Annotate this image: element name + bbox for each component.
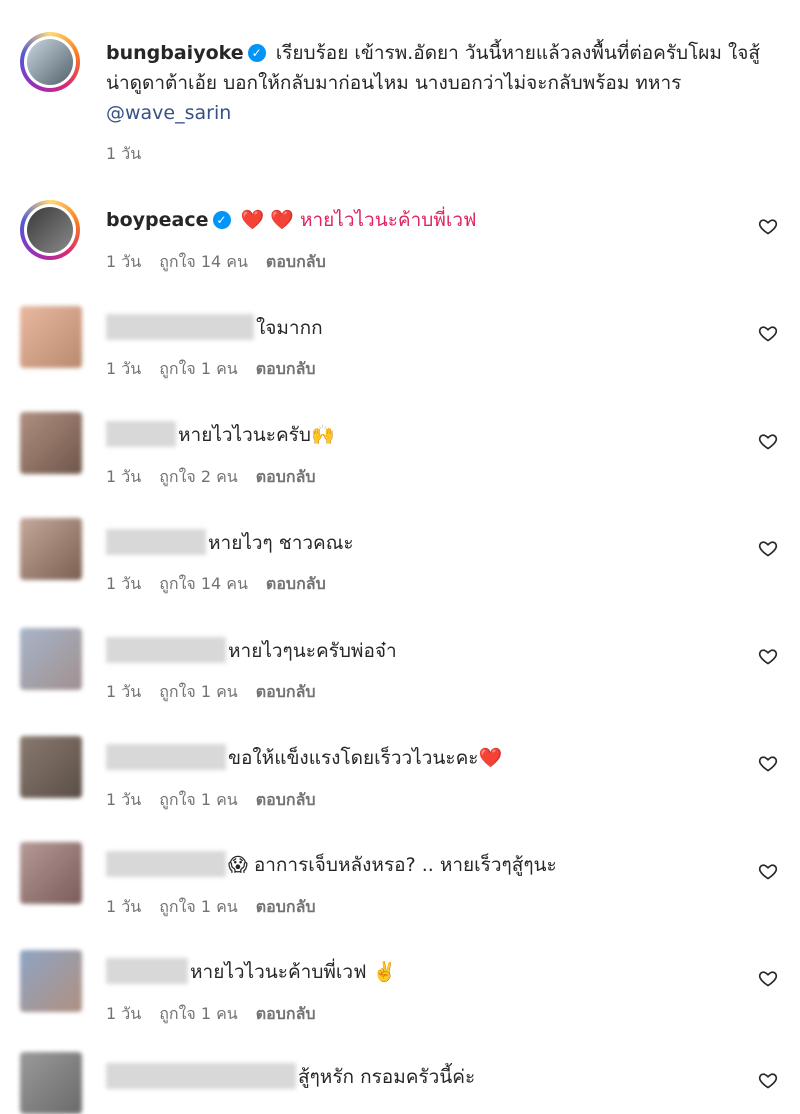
comment-username[interactable] (106, 314, 254, 340)
comment-time[interactable]: 1 วัน (106, 252, 141, 271)
reply-button[interactable]: ตอบกลับ (266, 252, 326, 271)
comment-avatar[interactable] (20, 950, 82, 1012)
comment-time[interactable]: 1 วัน (106, 790, 141, 809)
comment-avatar[interactable] (20, 842, 82, 904)
comment-likes[interactable]: ถูกใจ 1 คน (159, 897, 238, 916)
heart-outline-icon[interactable] (758, 538, 778, 558)
comment-likes[interactable]: ถูกใจ 1 คน (159, 1004, 238, 1023)
comment-text: หายไวไวนะครับ🙌 (178, 424, 335, 446)
caption-username[interactable]: bungbaiyoke (106, 42, 244, 64)
comment-avatar[interactable] (20, 200, 80, 260)
comment-username[interactable] (106, 529, 206, 555)
caption-avatar[interactable] (20, 32, 80, 92)
reply-button[interactable]: ตอบกลับ (256, 467, 316, 486)
comment-meta: 1 วัน ถูกใจ 1 คน ตอบกลับ (106, 1002, 334, 1027)
comment-text: หายไวๆนะครับพ่อจ๋า (228, 640, 397, 662)
caption-meta: 1 วัน (106, 142, 159, 167)
comment-likes[interactable]: ถูกใจ 2 คน (159, 467, 238, 486)
comment-text: สู้ๆหรัก กรอมครัวนี้ค่ะ (298, 1066, 476, 1088)
comment-time[interactable]: 1 วัน (106, 467, 141, 486)
comment-text: ใจมากก (256, 317, 323, 339)
caption-time[interactable]: 1 วัน (106, 144, 141, 163)
reply-button[interactable]: ตอบกลับ (256, 359, 316, 378)
comment-username[interactable] (106, 1063, 296, 1089)
comment-username[interactable] (106, 958, 188, 984)
reply-button[interactable]: ตอบกลับ (256, 897, 316, 916)
comment-likes[interactable]: ถูกใจ 14 คน (159, 252, 248, 271)
comment-likes[interactable]: ถูกใจ 1 คน (159, 682, 238, 701)
comment-time[interactable]: 1 วัน (106, 897, 141, 916)
comment-avatar[interactable] (20, 1052, 82, 1114)
comment-username[interactable] (106, 421, 176, 447)
comment-meta: 1 วัน ถูกใจ 1 คน ตอบกลับ (106, 680, 334, 705)
comment-avatar[interactable] (20, 628, 82, 690)
comment-username[interactable]: boypeace (106, 209, 209, 231)
heart-outline-icon[interactable] (758, 968, 778, 988)
heart-outline-icon[interactable] (758, 323, 778, 343)
comment-time[interactable]: 1 วัน (106, 682, 141, 701)
heart-outline-icon[interactable] (758, 1070, 778, 1090)
comment-avatar[interactable] (20, 306, 82, 368)
comment-username[interactable] (106, 637, 226, 663)
comment-meta: 1 วัน ถูกใจ 2 คน ตอบกลับ (106, 465, 334, 490)
comment-text: ❤️ ❤️ หายไวไวนะค้าบพี่เวฟ (240, 209, 477, 231)
caption-mention[interactable]: @wave_sarin (106, 102, 231, 124)
comment-time[interactable]: 1 วัน (106, 1004, 141, 1023)
comment-text: ขอให้แข็งแรงโดยเร็ววไวนะคะ❤️ (228, 747, 503, 769)
reply-button[interactable]: ตอบกลับ (266, 574, 326, 593)
comment-time[interactable]: 1 วัน (106, 359, 141, 378)
verified-badge-icon: ✓ (212, 211, 231, 229)
comment-likes[interactable]: ถูกใจ 1 คน (159, 359, 238, 378)
comment-text: หายไวๆ ชาวคณะ (208, 532, 354, 554)
heart-outline-icon[interactable] (758, 216, 778, 236)
comment-username[interactable] (106, 744, 226, 770)
reply-button[interactable]: ตอบกลับ (256, 790, 316, 809)
comment-meta: 1 วัน ถูกใจ 1 คน ตอบกลับ (106, 357, 334, 382)
comment-likes[interactable]: ถูกใจ 1 คน (159, 790, 238, 809)
comment-meta: 1 วัน ถูกใจ 1 คน ตอบกลับ (106, 788, 334, 813)
comment-meta: 1 วัน ถูกใจ 14 คน ตอบกลับ (106, 572, 344, 597)
comment-text: 😱 อาการเจ็บหลังหรอ? .. หายเร็วๆสู้ๆนะ (228, 854, 557, 876)
comment-likes[interactable]: ถูกใจ 14 คน (159, 574, 248, 593)
comment-text: หายไวไวนะค้าบพี่เวฟ ✌️ (190, 961, 397, 983)
heart-outline-icon[interactable] (758, 646, 778, 666)
reply-button[interactable]: ตอบกลับ (256, 682, 316, 701)
heart-outline-icon[interactable] (758, 861, 778, 881)
comment-meta: 1 วัน ถูกใจ 1 คน ตอบกลับ (106, 895, 334, 920)
comment-username[interactable] (106, 851, 226, 877)
comment-avatar[interactable] (20, 518, 82, 580)
comment-meta: 1 วัน ถูกใจ 14 คน ตอบกลับ (106, 250, 344, 275)
comment-avatar[interactable] (20, 736, 82, 798)
heart-outline-icon[interactable] (758, 753, 778, 773)
verified-badge-icon: ✓ (247, 44, 266, 62)
comment-time[interactable]: 1 วัน (106, 574, 141, 593)
reply-button[interactable]: ตอบกลับ (256, 1004, 316, 1023)
heart-outline-icon[interactable] (758, 431, 778, 451)
comment-avatar[interactable] (20, 412, 82, 474)
